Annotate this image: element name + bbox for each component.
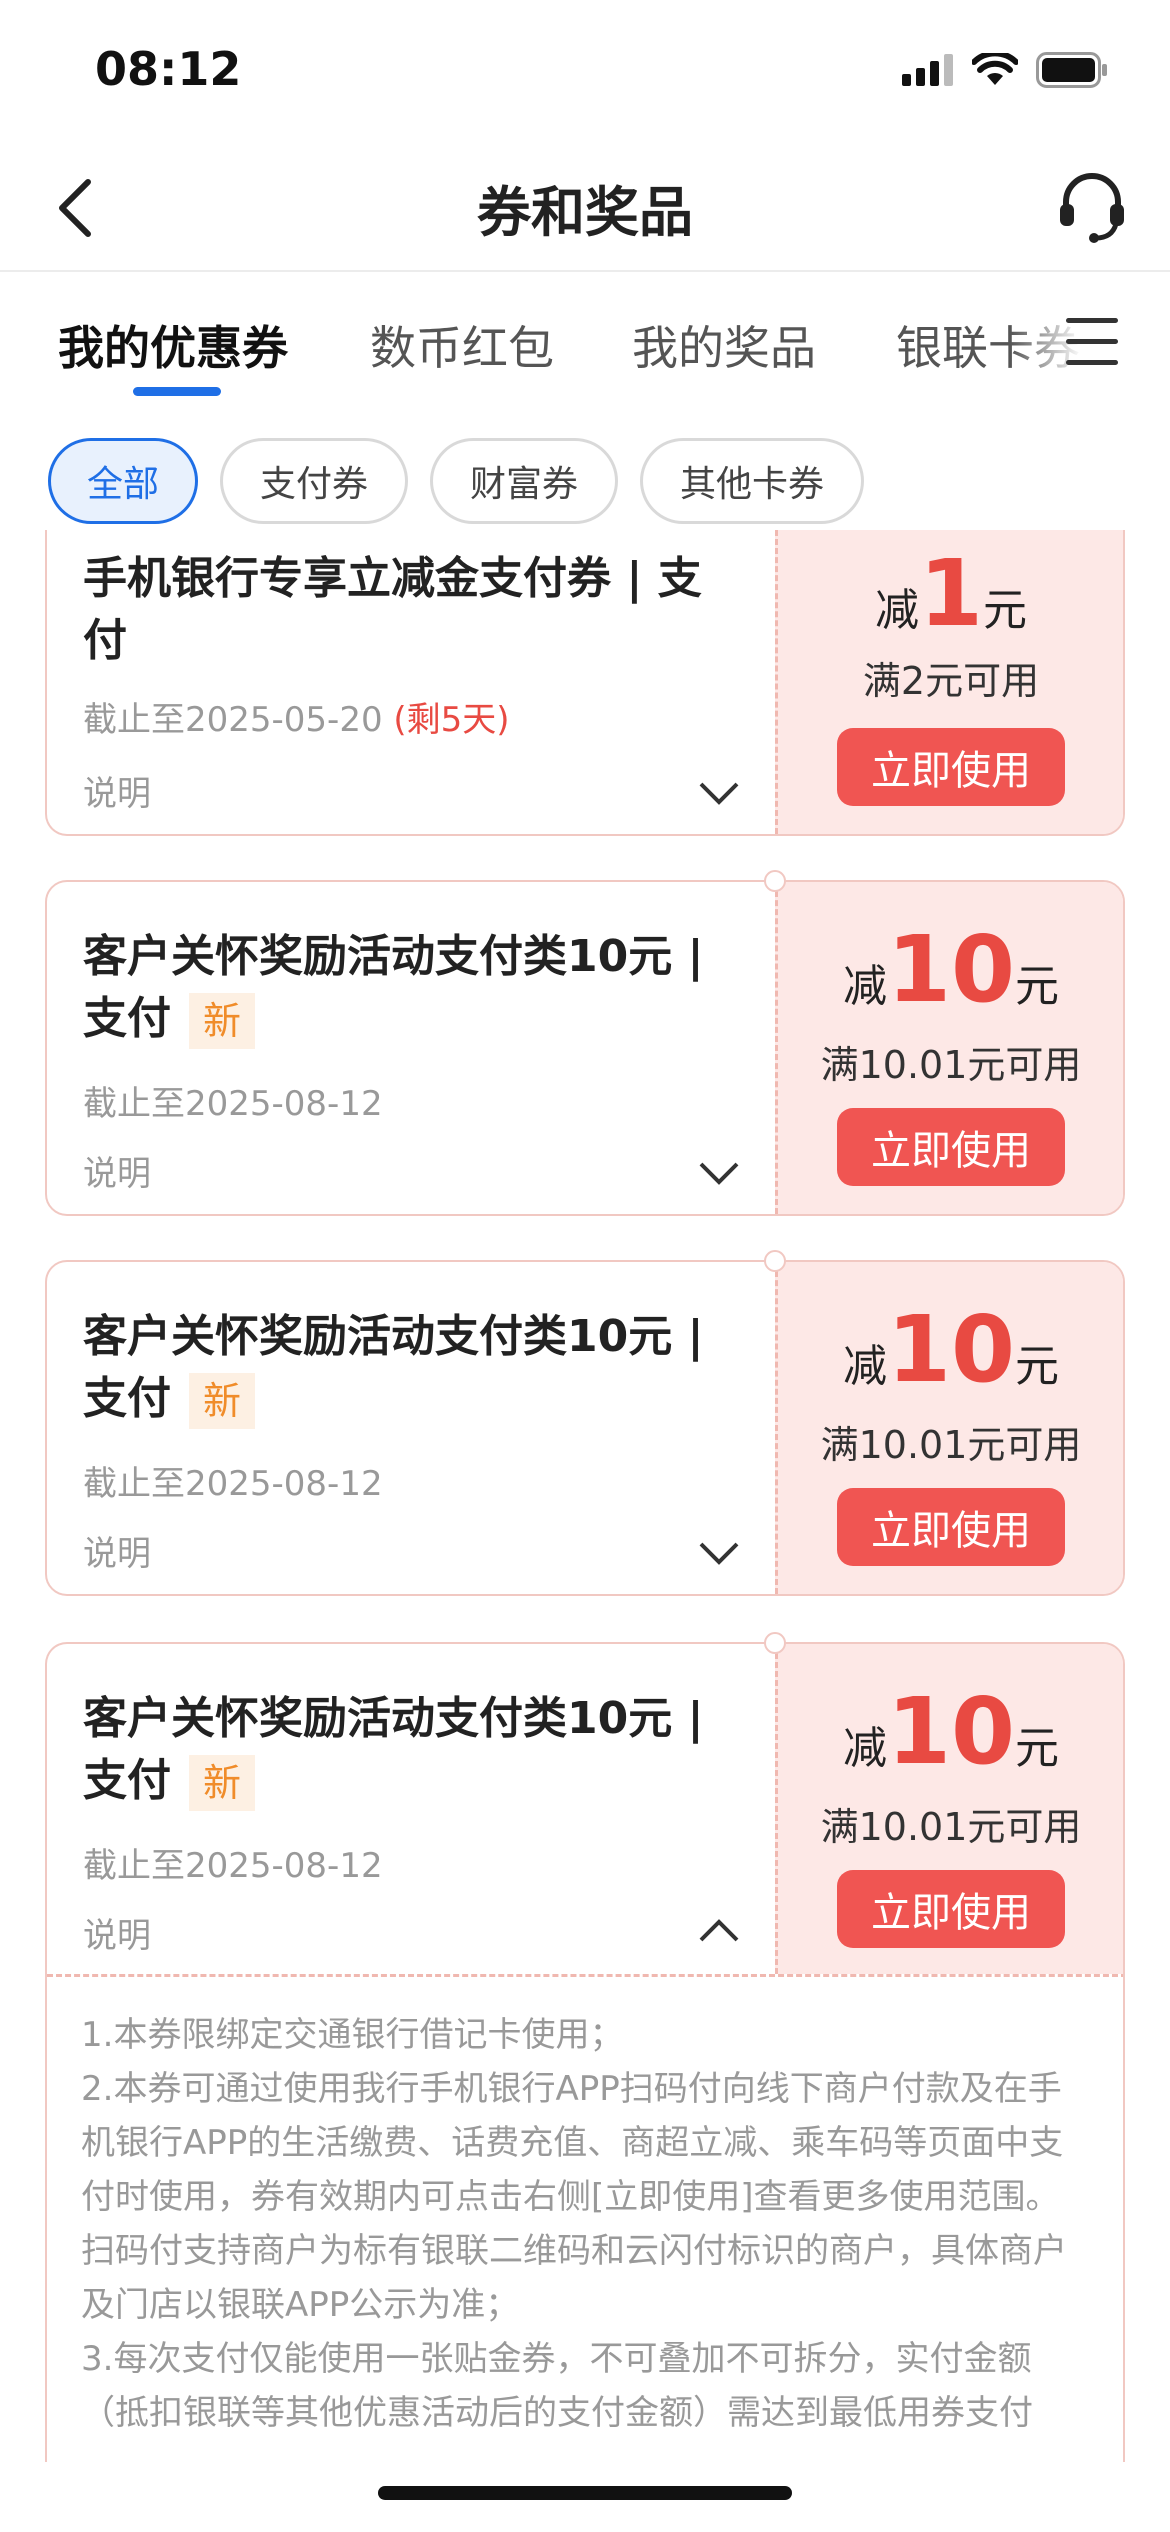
tab-my-prizes[interactable]: 我的奖品: [632, 312, 816, 378]
coupon-condition: 满10.01元可用: [820, 1423, 1082, 1467]
coupon-description: 1.本券限绑定交通银行借记卡使用； 2.本券可通过使用我行手机银行APP扫码付向…: [45, 2008, 1125, 2428]
signal-icon: [902, 54, 953, 86]
new-badge: 新: [189, 993, 256, 1049]
coupon-explain-label[interactable]: 说明: [83, 1146, 151, 1195]
chevron-down-icon[interactable]: [697, 1538, 741, 1568]
coupon-name: 客户关怀奖励活动支付类10元 | 支付新: [83, 1306, 743, 1430]
use-now-button[interactable]: 立即使用: [837, 728, 1065, 806]
customer-service-icon[interactable]: [1052, 166, 1132, 246]
coupon-days-left: (剩5天): [393, 700, 510, 740]
coupon-amount: 减10元: [842, 1296, 1060, 1403]
coupon-expiry: 截止至2025-05-20 (剩5天): [83, 700, 510, 740]
coupon-amount: 减10元: [842, 1678, 1060, 1785]
chevron-down-icon[interactable]: [697, 778, 741, 808]
battery-icon: [1036, 52, 1107, 88]
filter-all[interactable]: 全部: [48, 438, 198, 524]
coupon-condition: 满10.01元可用: [820, 1043, 1082, 1087]
coupon-name: 手机银行专享立减金支付券 | 支付: [83, 553, 702, 666]
description-item: 2.本券可通过使用我行手机银行APP扫码付向线下商户付款及在手机银行APP的生活…: [81, 2069, 1067, 2325]
chevron-up-icon[interactable]: [697, 1916, 741, 1946]
coupon-name: 客户关怀奖励活动支付类10元 | 支付新: [83, 1688, 743, 1812]
use-now-button[interactable]: 立即使用: [837, 1488, 1065, 1566]
use-now-button[interactable]: 立即使用: [837, 1108, 1065, 1186]
coupon-name: 客户关怀奖励活动支付类10元 | 支付新: [83, 926, 743, 1050]
chevron-down-icon[interactable]: [697, 1158, 741, 1188]
coupon-card: 客户关怀奖励活动支付类10元 | 支付新 截止至2025-08-12 说明 减1…: [45, 1260, 1125, 1596]
coupon-amount: 减1元: [874, 540, 1027, 647]
new-badge: 新: [189, 1755, 256, 1811]
filter-wealth-coupons[interactable]: 财富券: [430, 438, 618, 524]
tab-digital-red-packets[interactable]: 数币红包: [370, 312, 554, 378]
new-badge: 新: [189, 1373, 256, 1429]
description-item: 1.本券限绑定交通银行借记卡使用；: [81, 2015, 624, 2055]
nav-divider: [0, 270, 1170, 272]
status-time: 08:12: [95, 42, 242, 96]
coupon-card: 手机银行专享立减金支付券 | 支付 截止至2025-05-20 (剩5天) 说明…: [45, 530, 1125, 836]
coupon-condition: 满2元可用: [862, 659, 1040, 703]
coupon-expiry: 截止至2025-08-12: [83, 1846, 383, 1886]
coupon-explain-label[interactable]: 说明: [83, 1908, 151, 1957]
use-now-button[interactable]: 立即使用: [837, 1870, 1065, 1948]
coupon-explain-label[interactable]: 说明: [83, 1526, 151, 1575]
coupon-condition: 满10.01元可用: [820, 1805, 1082, 1849]
tab-my-coupons[interactable]: 我的优惠券: [58, 312, 288, 378]
filter-other-coupons[interactable]: 其他卡券: [640, 438, 864, 524]
coupon-expiry: 截止至2025-08-12: [83, 1084, 383, 1124]
description-item: 3.每次支付仅能使用一张贴金券，不可叠加不可拆分，实付金额（抵扣银联等其他优惠活…: [81, 2339, 1033, 2428]
coupon-expiry: 截止至2025-08-12: [83, 1464, 383, 1504]
coupon-amount: 减10元: [842, 916, 1060, 1023]
filter-payment-coupons[interactable]: 支付券: [220, 438, 408, 524]
home-indicator: [378, 2486, 792, 2500]
wifi-icon: [972, 53, 1018, 85]
menu-icon[interactable]: [1066, 314, 1118, 370]
coupon-card: 客户关怀奖励活动支付类10元 | 支付新 截止至2025-08-12 说明 减1…: [45, 880, 1125, 1216]
page-title: 券和奖品: [477, 181, 693, 244]
active-tab-indicator: [133, 387, 221, 396]
status-icons: [902, 52, 1108, 88]
coupon-explain-label[interactable]: 说明: [83, 766, 151, 815]
